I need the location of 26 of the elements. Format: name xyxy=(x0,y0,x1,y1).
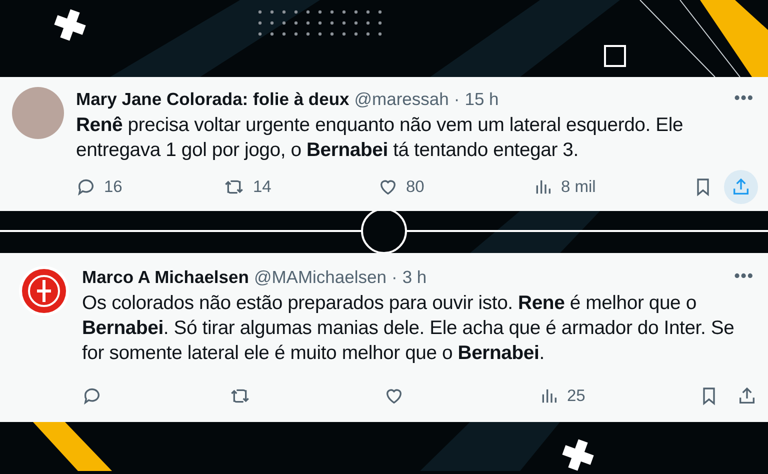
post-time[interactable]: 15 h xyxy=(464,88,499,110)
separator-dot: · xyxy=(392,266,398,288)
more-options-button[interactable]: ••• xyxy=(734,268,754,286)
plus-icon xyxy=(562,439,594,471)
view-count: 25 xyxy=(567,386,586,406)
plus-icon xyxy=(54,9,86,41)
tweet-text: Renê precisa voltar urgente enquanto não vem um lateral esquerdo. Ele entregava 1 gol por jogo, o Bernabei tá tentando entegar 3. xyxy=(76,113,684,163)
author-handle[interactable]: @MAMichaelsen xyxy=(254,266,386,288)
repost-count: 14 xyxy=(253,178,272,196)
reply-icon[interactable] xyxy=(76,177,96,197)
view-count: 8 mil xyxy=(561,178,596,196)
club-crest-icon[interactable] xyxy=(18,265,70,317)
heart-icon[interactable] xyxy=(384,386,404,406)
share-icon[interactable] xyxy=(737,386,757,406)
like-count: 80 xyxy=(406,178,424,196)
square-outline-icon xyxy=(604,45,626,67)
heart-icon[interactable] xyxy=(378,177,398,197)
reply-count: 16 xyxy=(104,178,122,196)
more-options-button[interactable]: ••• xyxy=(734,90,754,108)
reply-icon[interactable] xyxy=(82,386,102,406)
post-time[interactable]: 3 h xyxy=(402,266,427,288)
separator-dot: · xyxy=(454,88,460,110)
author-name[interactable]: Mary Jane Colorada: folie à deux xyxy=(76,88,350,110)
tweet-text: Os colorados não estão preparados para ouvir isto. Rene é melhor que o Bernabei. Só tirar algumas manias dele. Ele acha que é armador do Inter. Se for somente lateral ele é muito melhor que o Bernabei. xyxy=(82,291,736,366)
author-handle[interactable]: @maressah xyxy=(354,88,449,110)
author-name[interactable]: Marco A Michaelsen xyxy=(82,266,249,288)
